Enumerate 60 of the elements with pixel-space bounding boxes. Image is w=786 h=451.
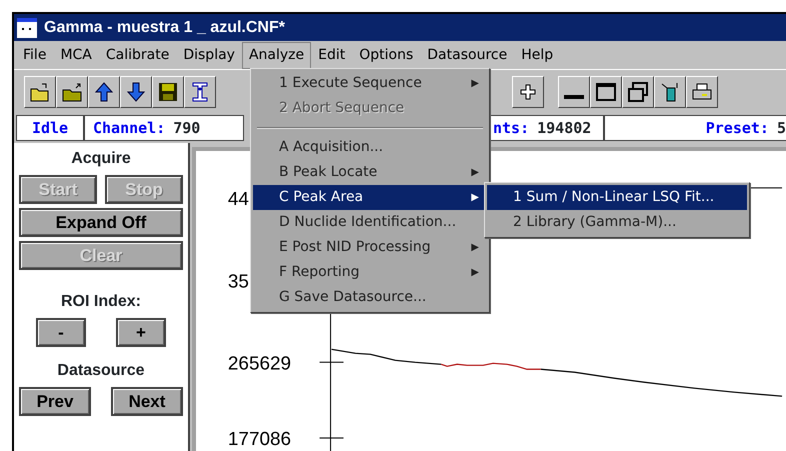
plus-icon [519,82,537,100]
menu-item[interactable]: A Acquisition... [253,135,487,160]
status-value: 194802 [537,118,592,139]
menu-item[interactable]: B Peak Locate ▶ [253,160,487,185]
up-arrow-button[interactable] [88,76,120,108]
app-icon [16,16,38,38]
panel-heading: Datasource [57,361,145,381]
open-folder-button[interactable] [24,76,56,108]
status-label: Idle [32,118,68,139]
menu-item[interactable]: Options [352,42,420,68]
menu-item[interactable]: Display [176,42,242,68]
bottle-button[interactable] [654,76,686,108]
menu-item[interactable]: MCA [53,42,99,68]
y-tick-label: 265629 [228,353,292,374]
up-arrow-icon [92,80,116,104]
menu-item[interactable]: 1 Sum / Non-Linear LSQ Fit... [487,185,747,210]
status-value: 790 [173,118,200,139]
cascade-windows-icon [626,80,650,104]
down-arrow-button[interactable] [120,76,152,108]
submenu-arrow-icon: ▶ [471,165,479,180]
menu-item[interactable]: File [16,42,54,68]
submenu-arrow-icon: ▶ [471,265,479,280]
panel-button[interactable]: Prev [19,387,91,416]
menu-item[interactable]: Help [514,42,560,68]
down-arrow-icon [124,80,148,104]
panel-button[interactable]: Next [111,387,183,416]
folder-button[interactable] [56,76,88,108]
menu-item[interactable]: D Nuclide Identification... [253,210,487,235]
cascade-windows-button[interactable] [622,76,654,108]
panel-heading: Acquire [71,149,131,169]
submenu-arrow-icon: ▶ [471,190,479,205]
menu-item[interactable]: Datasource [420,42,514,68]
panel-heading: ROI Index: [60,292,141,312]
window-title: Gamma - muestra 1 _ azul.CNF* [44,18,285,38]
minimize-button[interactable] [558,76,590,108]
status-label: Channel: [93,118,166,139]
status-label: Preset: [706,118,769,139]
submenu-arrow-icon: ▶ [471,76,479,91]
menu-item[interactable]: Edit [311,42,352,68]
panel-button[interactable]: - [36,318,86,347]
menu-item[interactable]: G Save Datasource... [253,285,487,310]
status-value: 5 [776,118,786,139]
plus-button[interactable] [512,76,544,108]
minimize-icon [564,94,584,98]
save-button[interactable] [152,76,184,108]
y-tick-label: 177086 [228,429,292,450]
menu-item[interactable]: 1 Execute Sequence ▶ [253,71,487,96]
panel-button[interactable]: Expand Off [19,208,183,237]
y-tick-label: 44 [228,188,249,210]
menu-item[interactable]: C Peak Area ▶ [253,185,487,210]
panel-button[interactable]: + [116,318,166,347]
menu-item[interactable]: 2 Library (Gamma-M)... [487,210,747,235]
menu-item[interactable]: F Reporting ▶ [253,260,487,285]
status-label: nts: [493,118,530,139]
y-tick-label: 35 [228,272,249,293]
menu-item[interactable]: Calibrate [98,42,176,68]
submenu-arrow-icon: ▶ [471,240,479,255]
menu-item[interactable]: E Post NID Processing ▶ [253,235,487,260]
printer-button[interactable] [686,76,718,108]
window-button[interactable] [590,76,622,108]
